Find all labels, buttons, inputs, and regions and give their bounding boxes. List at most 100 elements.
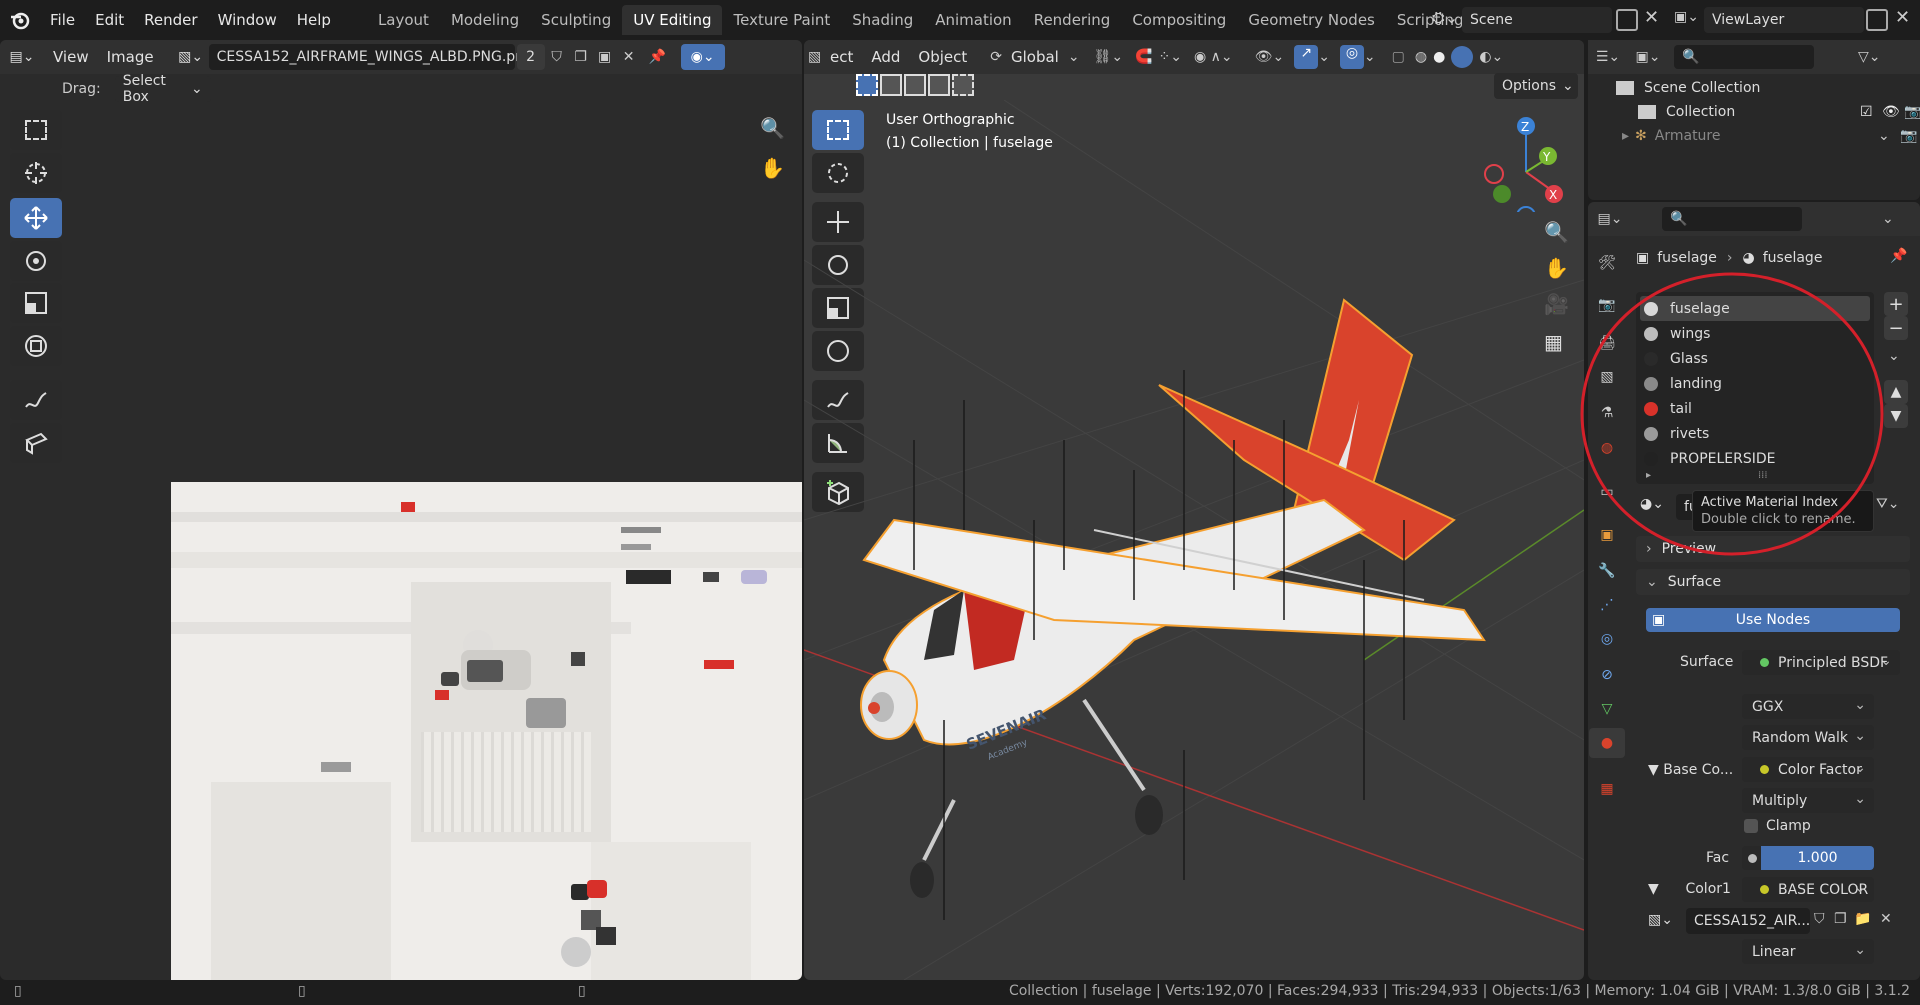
physics-tab-icon[interactable]: ◎ xyxy=(1589,624,1625,654)
texture-duplicate-icon[interactable]: ❐ xyxy=(1834,911,1847,927)
material-shading-icon[interactable] xyxy=(1451,46,1474,68)
image-display-icon[interactable]: ◉⌄ xyxy=(680,44,725,70)
3d-viewport[interactable]: ▧ ect Add Object ⟳ Global ⌄ ⛓⌄ 🧲 ⁘⌄ ◉ ∧⌄ … xyxy=(804,40,1584,980)
texture-image-browse-icon[interactable]: ▧⌄ xyxy=(1648,912,1673,928)
particles-tab-icon[interactable]: ⋰ xyxy=(1589,590,1625,620)
pin-icon[interactable]: 📌 xyxy=(641,49,675,65)
rendered-shading-icon[interactable]: ◐⌄ xyxy=(1479,49,1503,65)
menu-edit[interactable]: Edit xyxy=(85,0,134,40)
options-dropdown[interactable]: Options ⌄ xyxy=(1494,73,1578,99)
tab-compositing[interactable]: Compositing xyxy=(1121,5,1237,35)
texture-tab-icon[interactable]: ▦ xyxy=(1589,774,1625,804)
user-count[interactable]: 2 xyxy=(516,44,545,70)
viewport-mode-icon[interactable]: ▧ xyxy=(808,49,830,65)
view-layer-field[interactable]: ViewLayer xyxy=(1704,7,1864,33)
collection-camera-icon[interactable]: 📷 xyxy=(1904,104,1920,120)
fac-slider[interactable]: 1.000 xyxy=(1742,846,1874,870)
drag-select-dropdown[interactable]: Select Box ⌄ xyxy=(114,73,211,105)
data-tab-icon[interactable]: ▽ xyxy=(1589,694,1625,724)
uv-texture-canvas[interactable] xyxy=(171,482,802,980)
duplicate-image-icon[interactable]: ❐ xyxy=(569,49,593,65)
solid-shading-icon[interactable]: ● xyxy=(1433,49,1445,65)
proportional-icon[interactable]: ◉ ∧⌄ xyxy=(1194,49,1233,65)
collection-eye-icon[interactable]: 👁 xyxy=(1882,104,1900,120)
select-box-tool-icon[interactable] xyxy=(10,110,62,150)
view-layer-icon[interactable]: ▣⌄ xyxy=(1674,9,1704,31)
overlays-icon[interactable]: ◎ xyxy=(1339,45,1364,69)
rotate-tool-icon[interactable] xyxy=(10,241,62,281)
properties-search[interactable]: 🔍 xyxy=(1662,207,1802,231)
zoom-icon[interactable]: 🔍 xyxy=(760,116,785,140)
tab-modeling[interactable]: Modeling xyxy=(440,5,530,35)
filter-icon[interactable]: ▽⌄ xyxy=(1858,49,1881,65)
texture-unlink-icon[interactable]: ✕ xyxy=(1880,911,1892,927)
visibility-icon[interactable]: 👁⌄ xyxy=(1255,49,1285,65)
open-image-icon[interactable]: ▣ xyxy=(593,49,617,65)
outliner-search[interactable]: 🔍 xyxy=(1674,45,1814,69)
base-color-row-label[interactable]: ▼ Base Co... xyxy=(1648,762,1733,778)
base-color-link-field[interactable]: Color Factor xyxy=(1742,757,1874,782)
new-scene-icon[interactable] xyxy=(1616,9,1638,31)
pivot-icon[interactable]: ⛓⌄ xyxy=(1094,49,1124,65)
distribution-dropdown[interactable]: GGX xyxy=(1742,694,1874,719)
outliner-display-icon[interactable]: ▣⌄ xyxy=(1628,49,1668,65)
outliner-type-icon[interactable]: ☰⌄ xyxy=(1588,49,1628,65)
tab-texture-paint[interactable]: Texture Paint xyxy=(722,5,841,35)
texture-fake-user-icon[interactable]: ⛉ xyxy=(1814,911,1825,927)
image-name-field[interactable]: CESSA152_AIRFRAME_WINGS_ALBD.PNG.png xyxy=(208,44,533,70)
gizmo-icon[interactable]: ↗ xyxy=(1294,45,1319,69)
snap-icon[interactable]: 🧲 xyxy=(1135,49,1152,65)
menu-window[interactable]: Window xyxy=(208,0,287,40)
tab-sculpting[interactable]: Sculpting xyxy=(530,5,622,35)
object-menu-partial[interactable]: ect xyxy=(830,48,862,66)
transform-tool-icon[interactable] xyxy=(10,326,62,366)
add-menu[interactable]: Add xyxy=(862,48,909,66)
object-menu[interactable]: Object xyxy=(909,48,976,66)
editor-type-icon[interactable]: ▤⌄ xyxy=(0,49,44,65)
material-tab-icon[interactable]: ● xyxy=(1589,728,1625,758)
tab-shading[interactable]: Shading xyxy=(841,5,924,35)
fake-user-icon[interactable]: ⛉ xyxy=(545,49,569,65)
blend-mode-dropdown[interactable]: Multiply xyxy=(1742,788,1874,813)
wireframe-shading-icon[interactable]: ◍ xyxy=(1415,49,1427,65)
xray-icon[interactable]: ▢ xyxy=(1392,49,1405,65)
tab-geometry-nodes[interactable]: Geometry Nodes xyxy=(1237,5,1386,35)
image-browse-icon[interactable]: ▧⌄ xyxy=(173,49,209,65)
menu-render[interactable]: Render xyxy=(134,0,207,40)
image-menu[interactable]: Image xyxy=(98,48,163,66)
annotate-tool-icon[interactable] xyxy=(10,380,62,420)
collection-checkbox-icon[interactable]: ☑ xyxy=(1860,104,1873,120)
tab-animation[interactable]: Animation xyxy=(924,5,1022,35)
scale-tool-icon[interactable] xyxy=(10,283,62,323)
unlink-image-icon[interactable]: ✕ xyxy=(617,49,641,65)
menu-help[interactable]: Help xyxy=(287,0,341,40)
blender-logo-icon[interactable] xyxy=(0,0,40,40)
tab-layout[interactable]: Layout xyxy=(367,5,440,35)
menu-file[interactable]: File xyxy=(40,0,85,40)
constraints-tab-icon[interactable]: ⊘ xyxy=(1589,660,1625,690)
subsurface-method-dropdown[interactable]: Random Walk xyxy=(1742,725,1874,750)
scene-selector-icon[interactable]: ⛭⌄ xyxy=(1428,8,1462,32)
tab-rendering[interactable]: Rendering xyxy=(1023,5,1122,35)
view-menu[interactable]: View xyxy=(44,48,98,66)
properties-options-icon[interactable]: ⌄ xyxy=(1882,211,1894,227)
tab-uv-editing[interactable]: UV Editing xyxy=(622,5,723,35)
snap-target-icon[interactable]: ⁘⌄ xyxy=(1159,49,1182,65)
expand-arrow-icon[interactable]: ▸ xyxy=(1622,128,1629,144)
scene-collection-row[interactable]: Scene Collection xyxy=(1616,76,1760,100)
color1-row-label[interactable]: ▼ Color1 xyxy=(1648,881,1731,897)
remove-view-layer-icon[interactable]: ✕ xyxy=(1895,7,1910,28)
pan-hand-icon[interactable]: ✋ xyxy=(760,156,785,180)
cursor-tool-icon[interactable] xyxy=(10,153,62,193)
texture-open-icon[interactable]: 📁 xyxy=(1854,911,1871,927)
move-tool-icon[interactable] xyxy=(10,198,62,238)
clamp-checkbox[interactable]: Clamp xyxy=(1744,818,1811,834)
orientation-dropdown[interactable]: Global xyxy=(1002,48,1068,66)
surface-shader-field[interactable]: Principled BSDF xyxy=(1742,650,1900,675)
use-nodes-button[interactable]: ▣ Use Nodes xyxy=(1646,608,1900,632)
armature-eye-icon[interactable]: ⌄ xyxy=(1878,128,1890,144)
properties-type-icon[interactable]: ▤⌄ xyxy=(1588,211,1632,227)
remove-scene-icon[interactable]: ✕ xyxy=(1644,7,1659,28)
new-view-layer-icon[interactable] xyxy=(1866,9,1888,31)
interpolation-dropdown[interactable]: Linear xyxy=(1742,939,1874,964)
